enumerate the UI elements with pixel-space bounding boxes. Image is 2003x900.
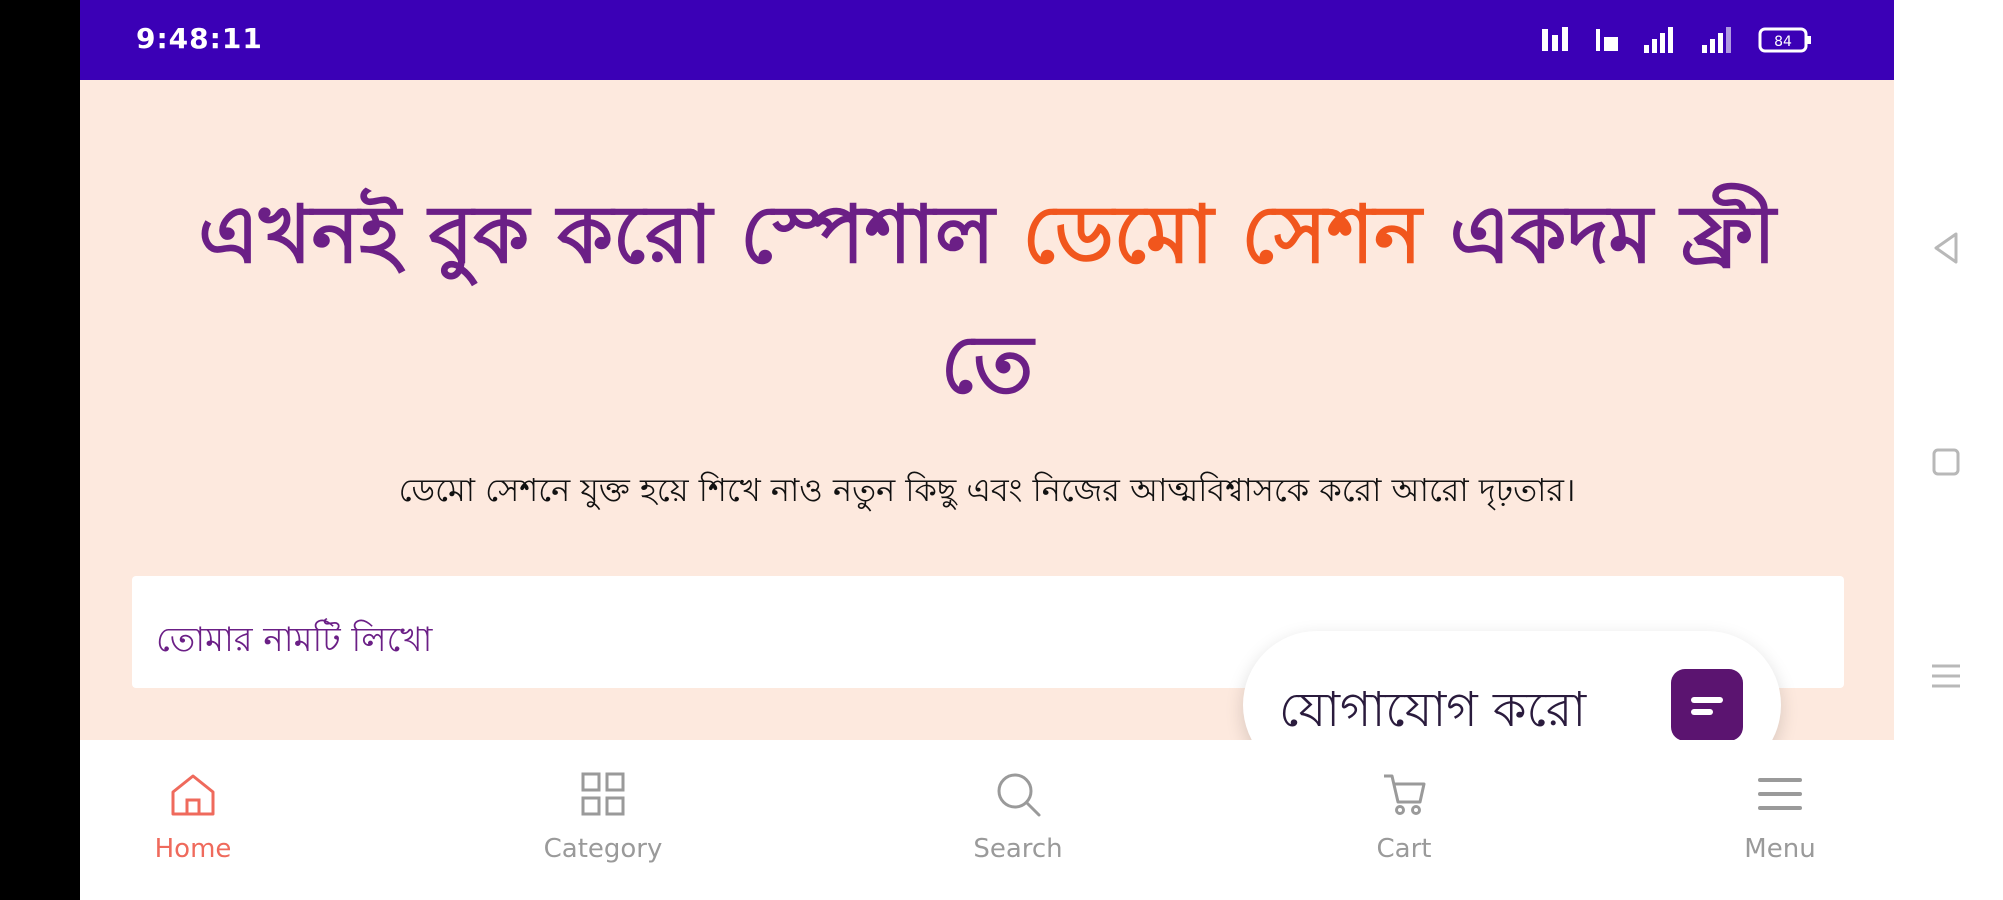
name-input-placeholder: তোমার নামটি লিখো — [156, 620, 433, 660]
nav-item-cart[interactable]: Cart — [1314, 766, 1494, 864]
left-black-bezel — [0, 0, 80, 900]
hero-title: এখনই বুক করো স্পেশাল ডেমো সেশন একদম ফ্রী… — [140, 170, 1834, 430]
nav-label-home: Home — [154, 834, 232, 864]
recents-icon[interactable] — [1926, 656, 1966, 696]
nav-label-category: Category — [543, 834, 663, 864]
nav-item-home[interactable]: Home — [103, 766, 283, 864]
app-screen: 9:48:11 84 এখনই বুক করো স্পেশাল ডেমো সেশ — [80, 0, 1894, 900]
status-time: 9:48:11 — [136, 22, 263, 55]
hero-title-accent: ডেমো সেশন — [1022, 188, 1422, 281]
bottom-navigation: Home Category Search Cart Menu — [80, 740, 1894, 900]
grid-icon — [575, 766, 631, 822]
signal-icon-2 — [1702, 27, 1731, 53]
data-speed-icon — [1542, 27, 1568, 51]
search-icon — [990, 766, 1046, 822]
signal-icon — [1644, 27, 1673, 53]
nav-item-category[interactable]: Category — [513, 766, 693, 864]
nav-item-menu[interactable]: Menu — [1690, 766, 1870, 864]
battery-icon: 84 — [1758, 27, 1811, 53]
nav-label-menu: Menu — [1744, 834, 1816, 864]
hero-title-part1: এখনই বুক করো স্পেশাল — [198, 188, 1023, 281]
status-bar: 9:48:11 84 — [80, 0, 1894, 80]
hero-section: এখনই বুক করো স্পেশাল ডেমো সেশন একদম ফ্রী… — [80, 80, 1894, 820]
nav-label-search: Search — [973, 834, 1063, 864]
nav-item-search[interactable]: Search — [928, 766, 1108, 864]
back-icon[interactable] — [1926, 228, 1966, 268]
cart-icon — [1376, 766, 1432, 822]
nav-label-cart: Cart — [1376, 834, 1432, 864]
volte-icon — [1596, 29, 1618, 51]
home-icon — [165, 766, 221, 822]
system-navigation-bar — [1894, 0, 2003, 900]
hero-subtitle: ডেমো সেশনে যুক্ত হয়ে শিখে নাও নতুন কিছু… — [398, 471, 1576, 509]
home-square-icon[interactable] — [1926, 442, 1966, 482]
menu-icon — [1752, 766, 1808, 822]
chat-icon — [1671, 669, 1743, 741]
battery-level: 84 — [1774, 34, 1792, 50]
status-icons: 84 — [1540, 24, 1814, 56]
